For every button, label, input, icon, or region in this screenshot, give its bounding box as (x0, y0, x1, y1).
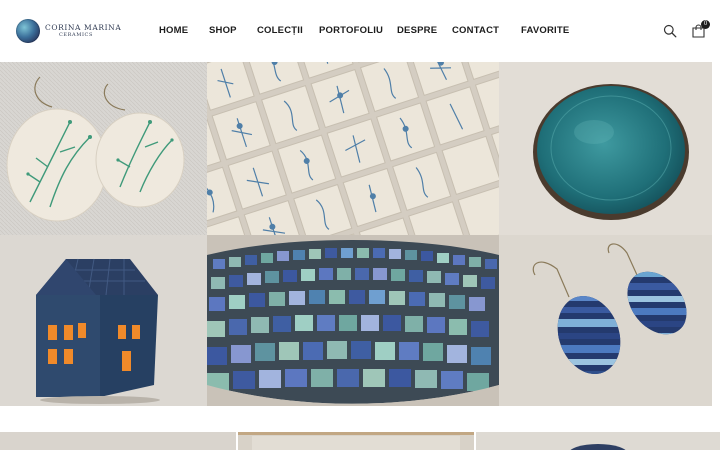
gallery-item-botanical-tiles[interactable] (207, 62, 499, 235)
teal-plate-image (499, 62, 712, 235)
brand-logo[interactable]: CORINA MARINA CERAMICS (16, 19, 121, 43)
nav-portofoliu[interactable]: PORTOFOLIU (319, 25, 383, 36)
logo-text: CORINA MARINA CERAMICS (45, 24, 121, 39)
gallery-item-house-lantern[interactable] (0, 235, 207, 406)
gallery-item-teal-plate[interactable] (499, 62, 712, 235)
gallery-item-row3-3[interactable] (476, 432, 720, 450)
gallery-item-striped-earrings[interactable] (499, 235, 712, 406)
brand-subtitle: CERAMICS (59, 32, 93, 39)
logo-mark (16, 19, 40, 43)
site-header: CORINA MARINA CERAMICS HOME SHOP COLECȚI… (0, 0, 720, 62)
row3-image-3 (476, 432, 720, 450)
striped-earrings-image (499, 235, 712, 406)
cart-count-badge: 0 (701, 20, 710, 29)
gallery-item-plant-earrings[interactable] (0, 62, 207, 235)
nav-home[interactable]: HOME (159, 25, 188, 36)
botanical-tiles-image (207, 62, 499, 235)
mosaic-plate-image (207, 235, 499, 406)
nav-contact[interactable]: CONTACT (452, 25, 499, 36)
gallery-item-row3-2[interactable] (238, 432, 474, 450)
search-icon[interactable] (663, 24, 677, 38)
nav-shop[interactable]: SHOP (209, 25, 237, 36)
gallery-item-mosaic-plate[interactable] (207, 235, 499, 406)
house-lantern-image (0, 235, 207, 406)
brand-name: CORINA MARINA (45, 22, 122, 32)
nav-favorite[interactable]: FAVORITE (521, 25, 569, 36)
cart-button[interactable]: 0 (692, 20, 710, 38)
gallery-edge-spacer (712, 62, 720, 407)
plant-earrings-image (0, 62, 207, 235)
nav-colectii[interactable]: COLECȚII (257, 25, 303, 36)
row3-image-2 (238, 432, 474, 450)
row3-image-1 (0, 432, 236, 450)
nav-despre[interactable]: DESPRE (397, 25, 437, 36)
gallery-item-row3-1[interactable] (0, 432, 236, 450)
